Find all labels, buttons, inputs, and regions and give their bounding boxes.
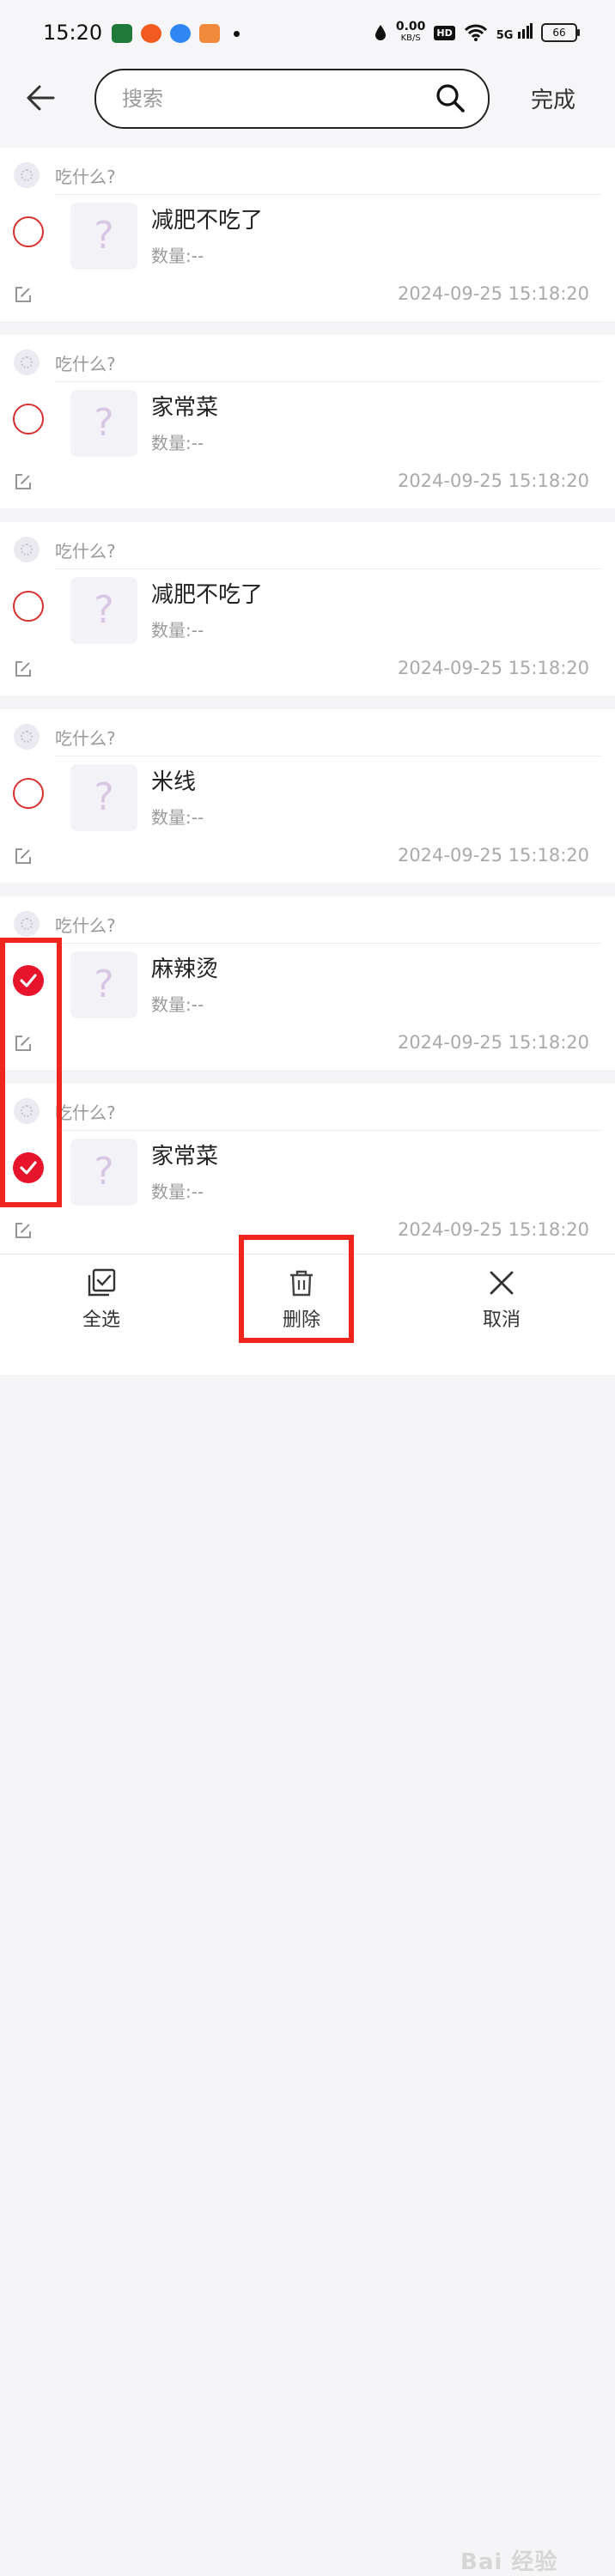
list-item[interactable]: 吃什么? ? 麻辣烫 数量:-- 2024-09-25 15:18:20: [0, 896, 615, 1070]
divider: [55, 194, 601, 195]
group-avatar: [14, 162, 40, 188]
divider: [55, 943, 601, 944]
group-header: 吃什么?: [14, 347, 116, 378]
item-thumbnail: ?: [70, 1139, 137, 1206]
list-item[interactable]: 吃什么? ? 米线 数量:-- 2024-09-25 15:18:20: [0, 709, 615, 883]
item-name: 减肥不吃了: [151, 582, 264, 608]
oppo-app-icon: [112, 24, 132, 43]
divider: [55, 1130, 601, 1131]
item-quantity: 数量:--: [151, 246, 204, 266]
edit-icon[interactable]: [14, 285, 33, 304]
signal-indicator: 5G: [496, 23, 533, 42]
network-speed-unit: KB/S: [400, 33, 421, 43]
group-avatar: [14, 537, 40, 562]
status-time: 15:20: [43, 21, 103, 45]
network-speed: 0.00 KB/S: [396, 21, 426, 45]
search-bar[interactable]: [94, 69, 490, 129]
item-quantity: 数量:--: [151, 1182, 204, 1202]
highlight-box-checkboxes: [0, 938, 62, 1207]
close-icon: [490, 1271, 514, 1295]
search-icon[interactable]: [435, 82, 466, 113]
cancel-button[interactable]: 取消: [450, 1268, 553, 1351]
group-header: 吃什么?: [14, 160, 116, 191]
group-name: 吃什么?: [55, 727, 116, 749]
mail-app-icon: [199, 24, 220, 43]
group-name: 吃什么?: [55, 1102, 116, 1123]
status-indicators: 0.00 KB/S HD 5G 66: [374, 21, 580, 45]
group-avatar: [14, 349, 40, 375]
group-name: 吃什么?: [55, 353, 116, 374]
select-all-icon: [88, 1268, 116, 1297]
group-header: 吃什么?: [14, 721, 116, 752]
select-checkbox[interactable]: [13, 216, 44, 247]
signal-bars-icon: [518, 23, 533, 39]
item-timestamp: 2024-09-25 15:18:20: [397, 471, 589, 491]
item-quantity: 数量:--: [151, 620, 204, 641]
group-header: 吃什么?: [14, 908, 116, 939]
edit-icon[interactable]: [14, 472, 33, 491]
group-name: 吃什么?: [55, 166, 116, 187]
signal-type: 5G: [496, 29, 514, 42]
item-list: 吃什么? ? 减肥不吃了 数量:-- 2024-09-25 15:18:20 吃…: [0, 148, 615, 1271]
item-timestamp: 2024-09-25 15:18:20: [397, 1219, 589, 1240]
wifi-icon: [464, 24, 487, 41]
group-header: 吃什么?: [14, 534, 116, 565]
select-checkbox[interactable]: [13, 404, 44, 434]
item-thumbnail: ?: [70, 390, 137, 457]
hd-badge: HD: [434, 25, 455, 40]
battery-indicator: 66: [541, 23, 580, 42]
done-button[interactable]: 完成: [531, 82, 575, 114]
list-item[interactable]: 吃什么? ? 家常菜 数量:-- 2024-09-25 15:18:20: [0, 335, 615, 508]
select-checkbox[interactable]: [13, 778, 44, 809]
list-item[interactable]: 吃什么? ? 减肥不吃了 数量:-- 2024-09-25 15:18:20: [0, 522, 615, 696]
item-timestamp: 2024-09-25 15:18:20: [397, 845, 589, 866]
item-name: 米线: [151, 769, 197, 795]
group-name: 吃什么?: [55, 540, 116, 562]
item-name: 减肥不吃了: [151, 208, 264, 234]
edit-icon[interactable]: [14, 847, 33, 866]
item-name: 家常菜: [151, 395, 219, 421]
divider: [55, 381, 601, 382]
item-name: 家常菜: [151, 1144, 219, 1170]
select-checkbox[interactable]: [13, 591, 44, 622]
edit-icon[interactable]: [14, 659, 33, 678]
select-all-button[interactable]: 全选: [50, 1268, 153, 1351]
item-quantity: 数量:--: [151, 807, 204, 828]
group-avatar: [14, 724, 40, 750]
browser-app-icon: [170, 24, 191, 43]
top-bar: 完成: [0, 69, 615, 148]
taobao-app-icon: [141, 24, 161, 43]
item-timestamp: 2024-09-25 15:18:20: [397, 283, 589, 304]
item-thumbnail: ?: [70, 764, 137, 831]
item-name: 麻辣烫: [151, 957, 219, 982]
list-item[interactable]: 吃什么? ? 家常菜 数量:-- 2024-09-25 15:18:20: [0, 1084, 615, 1257]
highlight-box-delete: [239, 1235, 354, 1343]
notification-icons: [112, 24, 240, 43]
edit-icon[interactable]: [14, 1221, 33, 1240]
cancel-label: 取消: [482, 1309, 521, 1331]
search-input[interactable]: [120, 82, 416, 115]
group-name: 吃什么?: [55, 914, 116, 936]
back-arrow-icon[interactable]: [24, 81, 58, 115]
item-thumbnail: ?: [70, 951, 137, 1018]
status-bar: 15:20 0.00 KB/S HD 5G 66: [0, 0, 615, 69]
item-thumbnail: ?: [70, 577, 137, 644]
data-saver-icon: [374, 25, 386, 40]
network-speed-value: 0.00: [395, 20, 426, 33]
item-quantity: 数量:--: [151, 433, 204, 453]
list-item[interactable]: 吃什么? ? 减肥不吃了 数量:-- 2024-09-25 15:18:20: [0, 148, 615, 321]
group-avatar: [14, 911, 40, 937]
item-timestamp: 2024-09-25 15:18:20: [397, 658, 589, 678]
select-all-label: 全选: [82, 1309, 120, 1331]
item-timestamp: 2024-09-25 15:18:20: [397, 1032, 589, 1053]
item-quantity: 数量:--: [151, 994, 204, 1015]
watermark: Bai 经验: [460, 2549, 558, 2575]
item-thumbnail: ?: [70, 203, 137, 270]
divider: [55, 568, 601, 569]
more-notifications-dot: [234, 30, 240, 37]
